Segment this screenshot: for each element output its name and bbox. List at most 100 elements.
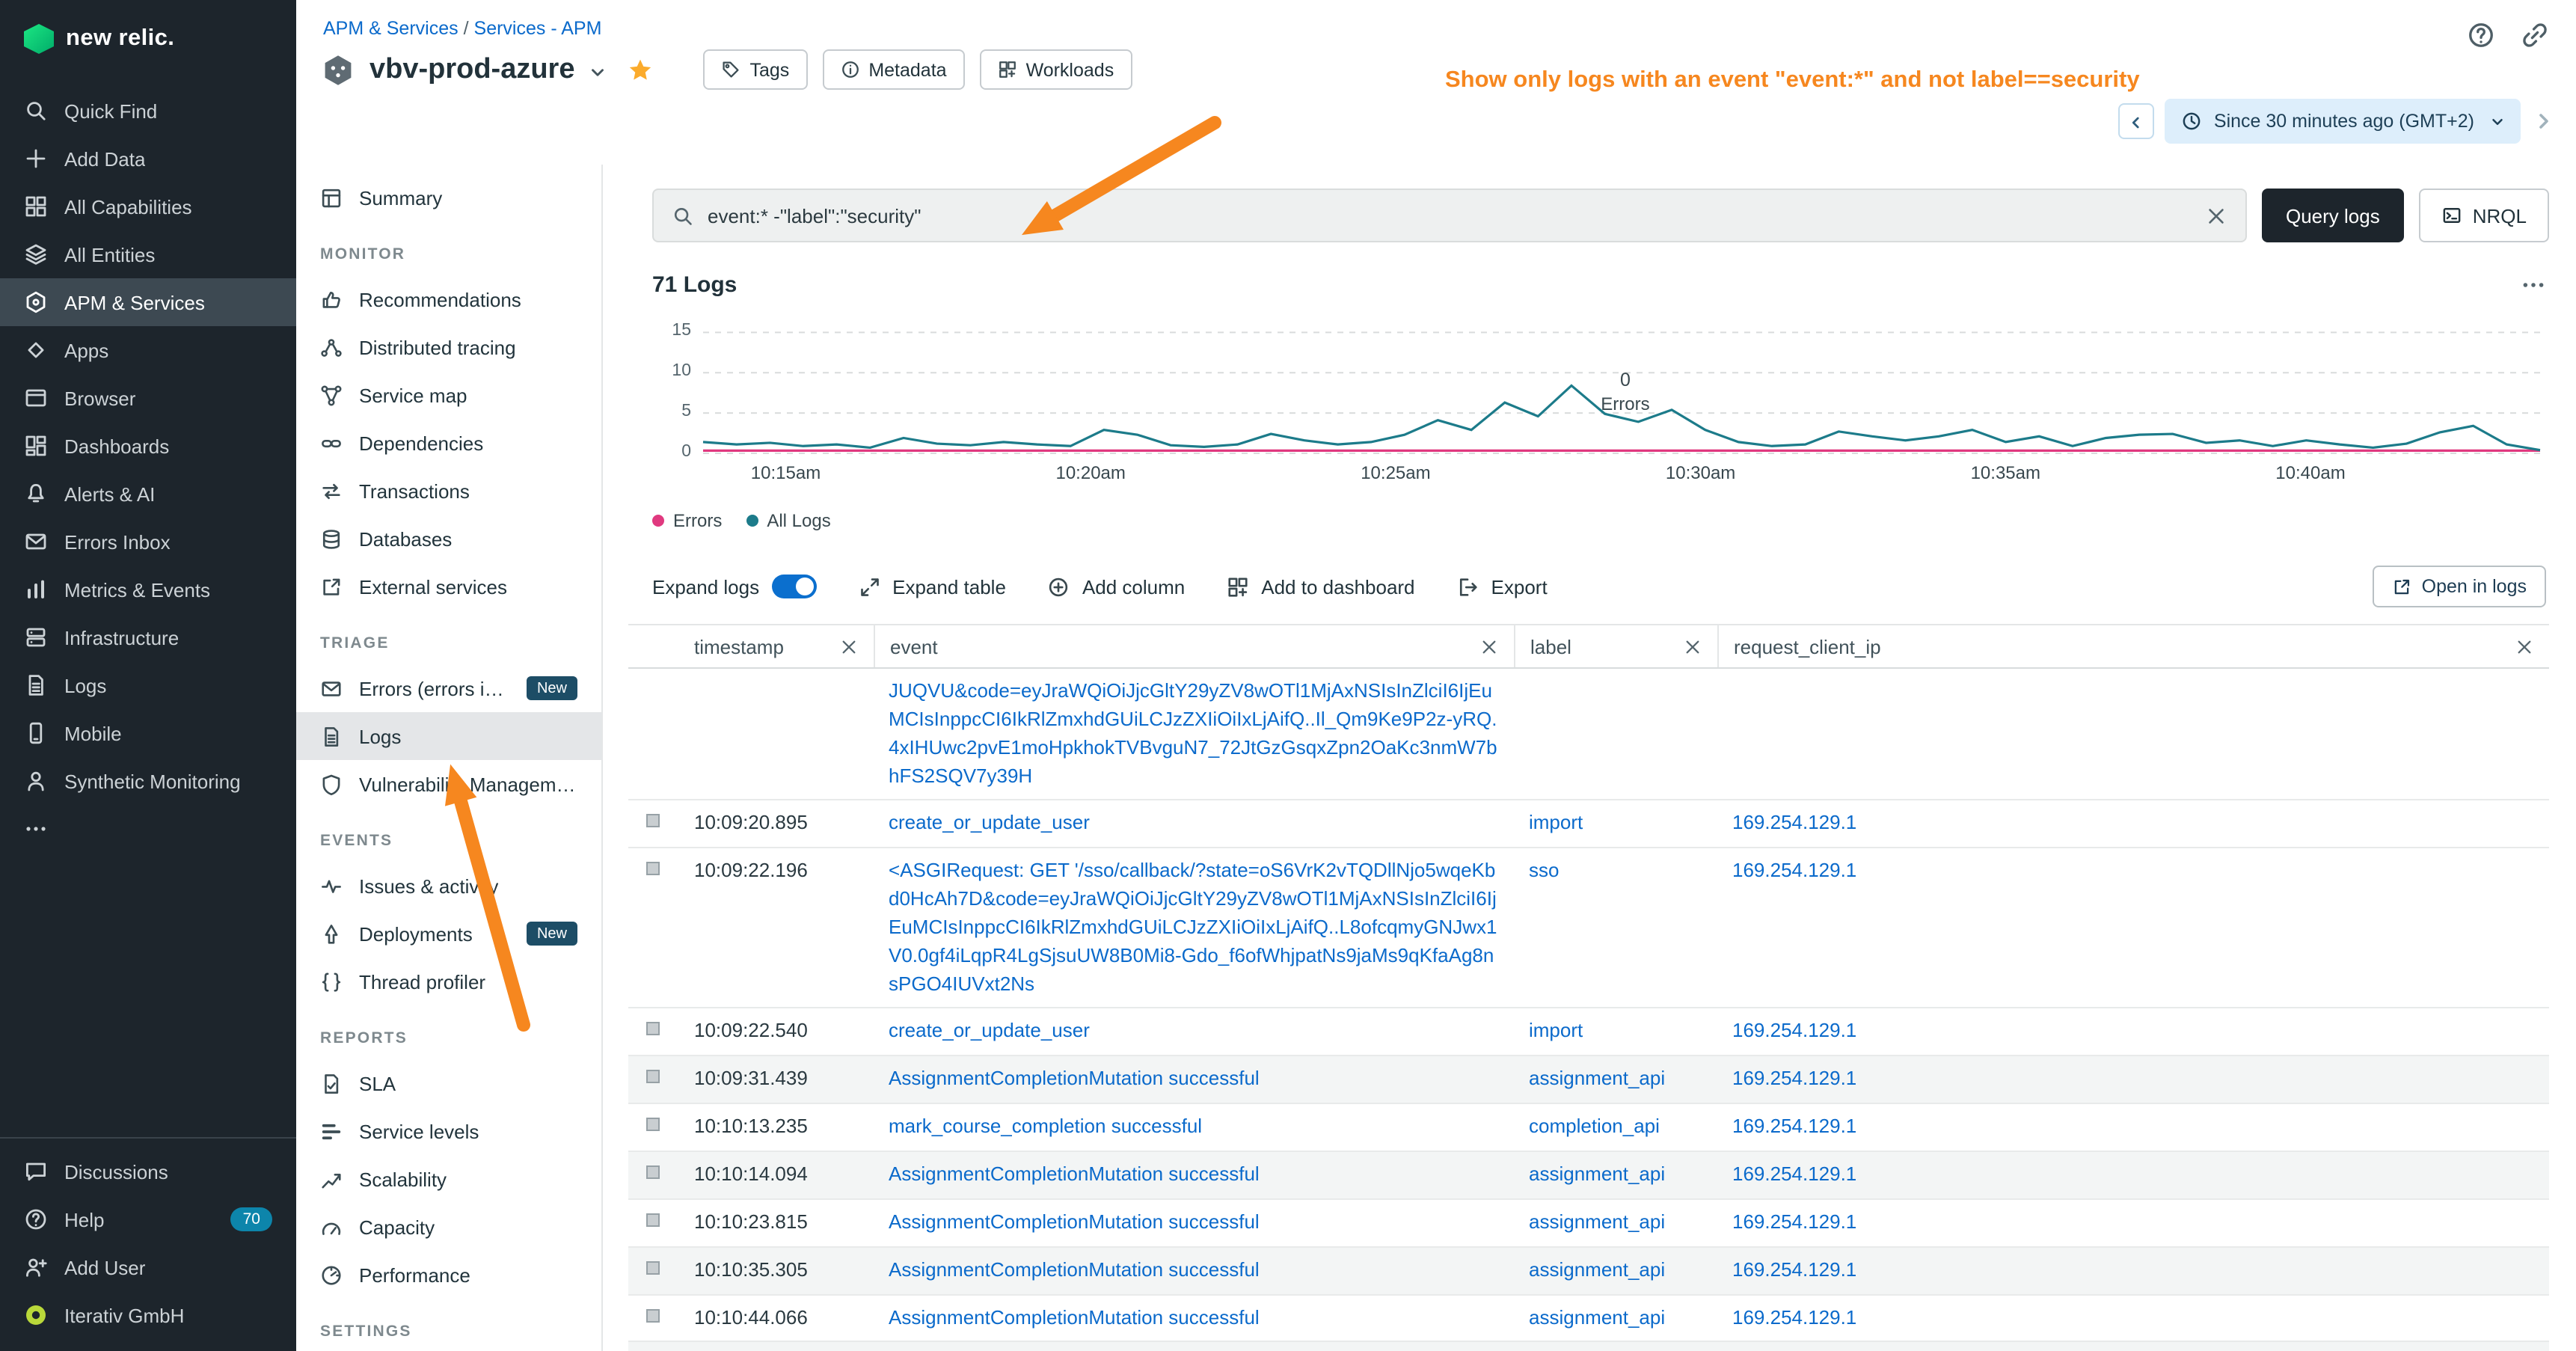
log-ip-link[interactable]: 169.254.129.1 <box>1732 1067 1856 1090</box>
column-header-event[interactable]: event <box>874 625 1514 667</box>
sidebar-item-add-user[interactable]: Add User <box>0 1243 296 1291</box>
column-header-timestamp[interactable]: timestamp <box>679 625 874 667</box>
breadcrumb-apm-services[interactable]: APM & Services <box>323 18 459 39</box>
log-label-link[interactable]: sso <box>1529 859 1559 881</box>
metadata-button[interactable]: Metadata <box>822 49 964 90</box>
sidebar-item-alerts-ai[interactable]: Alerts & AI <box>0 470 296 518</box>
sidebar-item-dependencies[interactable]: Dependencies <box>296 419 601 467</box>
log-label-link[interactable]: import <box>1529 1020 1583 1042</box>
expand-logs-toggle[interactable]: Expand logs <box>652 575 816 598</box>
sidebar-item-external-services[interactable]: External services <box>296 563 601 610</box>
sidebar-item-transactions[interactable]: Transactions <box>296 467 601 515</box>
sidebar-item-browser[interactable]: Browser <box>0 374 296 422</box>
sidebar-item-quick-find[interactable]: Quick Find <box>0 87 296 135</box>
log-ip-link[interactable]: 169.254.129.1 <box>1732 859 1856 881</box>
sidebar-item-deployments[interactable]: DeploymentsNew <box>296 910 601 958</box>
log-ip-link[interactable]: 169.254.129.1 <box>1732 1305 1856 1328</box>
query-logs-button[interactable]: Query logs <box>2262 189 2404 242</box>
sidebar-item-sla[interactable]: SLA <box>296 1059 601 1107</box>
sidebar-item-iterativ-gmbh[interactable]: Iterativ GmbH <box>0 1291 296 1339</box>
sidebar-item-service-map[interactable]: Service map <box>296 371 601 419</box>
log-event-link[interactable]: AssignmentCompletionMutation successful <box>889 1210 1260 1233</box>
log-ip-link[interactable]: 169.254.129.1 <box>1732 1257 1856 1280</box>
help-icon[interactable] <box>2467 21 2495 49</box>
sidebar-item-help[interactable]: Help70 <box>0 1195 296 1243</box>
add-to-dashboard-button[interactable]: Add to dashboard <box>1227 575 1414 598</box>
time-back-button[interactable] <box>2118 103 2154 139</box>
log-ip-link[interactable]: 169.254.129.1 <box>1732 1115 1856 1137</box>
row-select-handle[interactable] <box>646 1070 660 1084</box>
sidebar-item-errors-inbox[interactable]: Errors Inbox <box>0 518 296 566</box>
table-row[interactable]: 10:10:44.066AssignmentCompletionMutation… <box>628 1295 2549 1343</box>
row-select-handle[interactable] <box>646 815 660 828</box>
sidebar-item-apm-services[interactable]: APM & Services <box>0 278 296 326</box>
open-in-logs-button[interactable]: Open in logs <box>2373 566 2546 607</box>
sidebar-item-add-data[interactable]: Add Data <box>0 135 296 183</box>
new-relic-logo[interactable]: new relic. <box>0 0 296 75</box>
tags-button[interactable]: Tags <box>704 49 808 90</box>
log-event-link[interactable]: mark_course_completion successful <box>889 1115 1202 1137</box>
sidebar-item-metrics-events[interactable]: Metrics & Events <box>0 566 296 613</box>
time-forward-icon[interactable] <box>2531 109 2555 133</box>
sidebar-item-scalability[interactable]: Scalability <box>296 1155 601 1203</box>
sidebar-item-synthetic-monitoring[interactable]: Synthetic Monitoring <box>0 757 296 805</box>
entity-dropdown-chevron-icon[interactable] <box>589 62 608 82</box>
log-event-link[interactable]: AssignmentCompletionMutation successful <box>889 1067 1260 1090</box>
toggle-on-icon[interactable] <box>771 575 816 598</box>
log-label-link[interactable]: assignment_api <box>1529 1162 1665 1185</box>
log-event-link[interactable]: create_or_update_user <box>889 1020 1090 1042</box>
sidebar-item-issues-activity[interactable]: Issues & activity <box>296 862 601 910</box>
sidebar-item-errors-errors-inb[interactable]: Errors (errors inb...New <box>296 664 601 712</box>
log-ip-link[interactable]: 169.254.129.1 <box>1732 812 1856 834</box>
add-column-button[interactable]: Add column <box>1048 575 1185 598</box>
table-row[interactable]: 10:10:14.094AssignmentCompletionMutation… <box>628 1152 2549 1200</box>
sidebar-item-summary[interactable]: Summary <box>296 174 601 221</box>
favorite-star-icon[interactable] <box>628 56 654 83</box>
permalink-icon[interactable] <box>2521 21 2549 49</box>
table-row[interactable]: 10:10:49.051mark_course_completion succe… <box>628 1343 2549 1351</box>
log-label-link[interactable]: assignment_api <box>1529 1257 1665 1280</box>
log-label-link[interactable]: completion_api <box>1529 1115 1660 1137</box>
expand-table-button[interactable]: Expand table <box>858 575 1006 598</box>
breadcrumb-services-apm[interactable]: Services - APM <box>474 18 602 39</box>
row-select-handle[interactable] <box>646 862 660 875</box>
row-select-handle[interactable] <box>646 1165 660 1179</box>
remove-column-icon[interactable] <box>1683 637 1702 656</box>
table-row[interactable]: 10:10:13.235mark_course_completion succe… <box>628 1104 2549 1152</box>
table-row[interactable]: 10:09:20.895create_or_update_userimport1… <box>628 801 2549 849</box>
legend-item-all-logs[interactable]: All Logs <box>746 510 830 531</box>
column-header-request-client-ip[interactable]: request_client_ip <box>1717 625 2549 667</box>
clear-query-icon[interactable] <box>2205 204 2227 227</box>
sidebar-item-service-levels[interactable]: Service levels <box>296 1107 601 1155</box>
log-event-link[interactable]: <ASGIRequest: GET '/sso/callback/?state=… <box>889 859 1497 994</box>
log-ip-link[interactable]: 169.254.129.1 <box>1732 1020 1856 1042</box>
sidebar-item-recommendations[interactable]: Recommendations <box>296 275 601 323</box>
sidebar-item-databases[interactable]: Databases <box>296 515 601 563</box>
legend-item-errors[interactable]: Errors <box>652 510 722 531</box>
chart-plot-area[interactable]: 0 Errors <box>703 319 2540 453</box>
remove-column-icon[interactable] <box>2515 637 2534 656</box>
sidebar-item-thread-profiler[interactable]: Thread profiler <box>296 958 601 1005</box>
row-select-handle[interactable] <box>646 1260 660 1274</box>
time-picker[interactable]: Since 30 minutes ago (GMT+2) <box>2165 99 2521 144</box>
log-event-link[interactable]: JUQVU&code=eyJraWQiOiJjcGltY29yZV8wOTl1M… <box>889 679 1497 786</box>
log-query-input[interactable] <box>708 204 2192 227</box>
table-row[interactable]: 10:10:23.815AssignmentCompletionMutation… <box>628 1200 2549 1248</box>
table-row[interactable]: 10:09:22.540create_or_update_userimport1… <box>628 1009 2549 1057</box>
log-ip-link[interactable]: 169.254.129.1 <box>1732 1162 1856 1185</box>
sidebar-item-distributed-tracing[interactable]: Distributed tracing <box>296 323 601 371</box>
row-select-handle[interactable] <box>646 1308 660 1322</box>
export-button[interactable]: Export <box>1457 575 1548 598</box>
row-select-handle[interactable] <box>646 1023 660 1036</box>
log-ip-link[interactable]: 169.254.129.1 <box>1732 1210 1856 1233</box>
table-row[interactable]: 10:09:22.196<ASGIRequest: GET '/sso/call… <box>628 848 2549 1008</box>
log-event-link[interactable]: create_or_update_user <box>889 812 1090 834</box>
column-header-label[interactable]: label <box>1514 625 1717 667</box>
sidebar-item-all-entities[interactable]: All Entities <box>0 230 296 278</box>
sidebar-item-all-capabilities[interactable]: All Capabilities <box>0 183 296 230</box>
log-search-bar[interactable] <box>652 189 2247 242</box>
more-options-icon[interactable] <box>2521 272 2546 298</box>
sidebar-item-dashboards[interactable]: Dashboards <box>0 422 296 470</box>
log-label-link[interactable]: assignment_api <box>1529 1210 1665 1233</box>
sidebar-item-more[interactable] <box>0 805 296 853</box>
